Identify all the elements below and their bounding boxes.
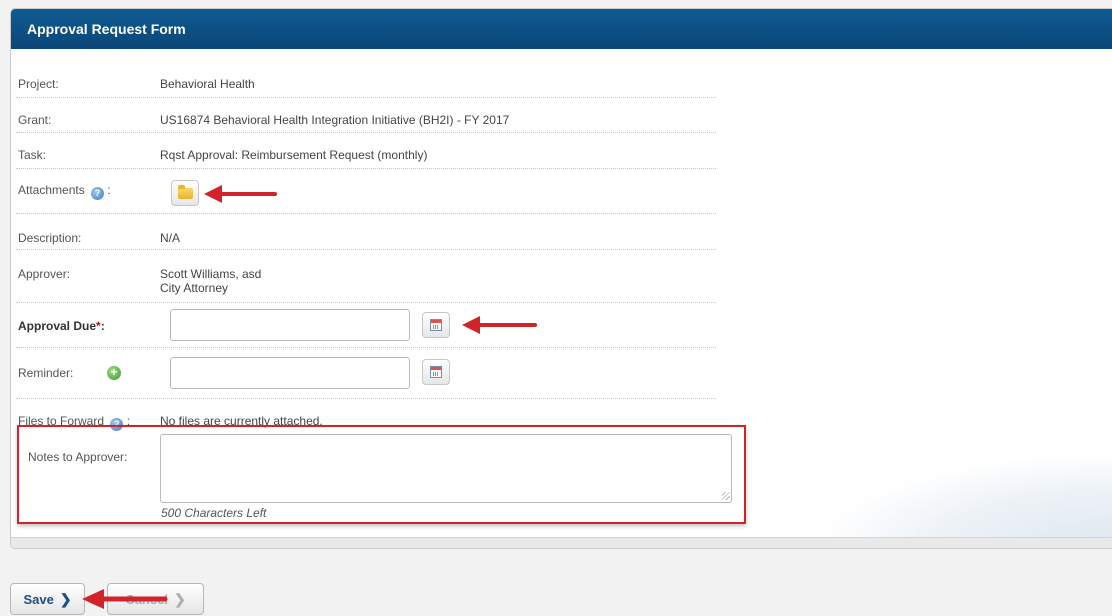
attachments-row: Attachments ? : — [16, 168, 716, 214]
task-row: Task: Rqst Approval: Reimbursement Reque… — [16, 132, 716, 169]
decorative-swoosh — [832, 458, 1112, 548]
attachments-label-group: Attachments ? : — [18, 183, 111, 200]
annotation-arrow-save — [82, 589, 168, 609]
description-row: Description: N/A — [16, 213, 716, 250]
approval-due-label: Approval Due — [18, 319, 97, 333]
form-title: Approval Request Form — [11, 9, 1112, 49]
approval-due-input[interactable] — [170, 309, 410, 341]
approval-due-colon: : — [100, 319, 105, 333]
grant-value: US16874 Behavioral Health Integration In… — [160, 113, 510, 127]
approval-due-calendar-button[interactable] — [422, 312, 450, 338]
approver-label: Approver: — [18, 267, 71, 281]
folder-icon — [178, 185, 193, 199]
project-label: Project: — [18, 77, 59, 91]
reminder-label: Reminder: — [18, 366, 74, 380]
task-label: Task: — [18, 148, 47, 162]
project-value: Behavioral Health — [160, 77, 255, 91]
attachments-folder-button[interactable] — [171, 180, 199, 206]
approver-row: Approver: Scott Williams, asd City Attor… — [16, 249, 716, 303]
approver-name: Scott Williams, asd — [160, 267, 262, 281]
attachments-label: Attachments — [18, 183, 85, 197]
calendar-icon — [430, 366, 442, 378]
add-reminder-icon[interactable]: + — [107, 366, 121, 380]
help-icon[interactable]: ? — [91, 187, 105, 200]
annotation-highlight-box — [17, 425, 746, 524]
approver-title: City Attorney — [160, 281, 229, 295]
grant-label: Grant: — [18, 113, 52, 127]
save-button[interactable]: Save ❯ — [10, 583, 85, 615]
save-button-label: Save — [23, 592, 54, 607]
description-label: Description: — [18, 231, 82, 245]
description-value: N/A — [160, 231, 181, 245]
attachments-colon: : — [107, 183, 111, 197]
chevron-right-icon: ❯ — [173, 591, 186, 607]
grant-row: Grant: US16874 Behavioral Health Integra… — [16, 97, 716, 133]
approval-due-label-group: Approval Due*: — [18, 319, 105, 333]
panel-footer-bar — [11, 537, 1112, 548]
task-value: Rqst Approval: Reimbursement Request (mo… — [160, 148, 428, 162]
chevron-right-icon: ❯ — [59, 591, 72, 607]
annotation-arrow-attachments — [204, 185, 277, 203]
reminder-calendar-button[interactable] — [422, 359, 450, 385]
annotation-arrow-approval-due — [462, 316, 537, 334]
project-row: Project: Behavioral Health — [16, 63, 716, 98]
calendar-icon — [430, 319, 442, 331]
reminder-input[interactable] — [170, 357, 410, 389]
